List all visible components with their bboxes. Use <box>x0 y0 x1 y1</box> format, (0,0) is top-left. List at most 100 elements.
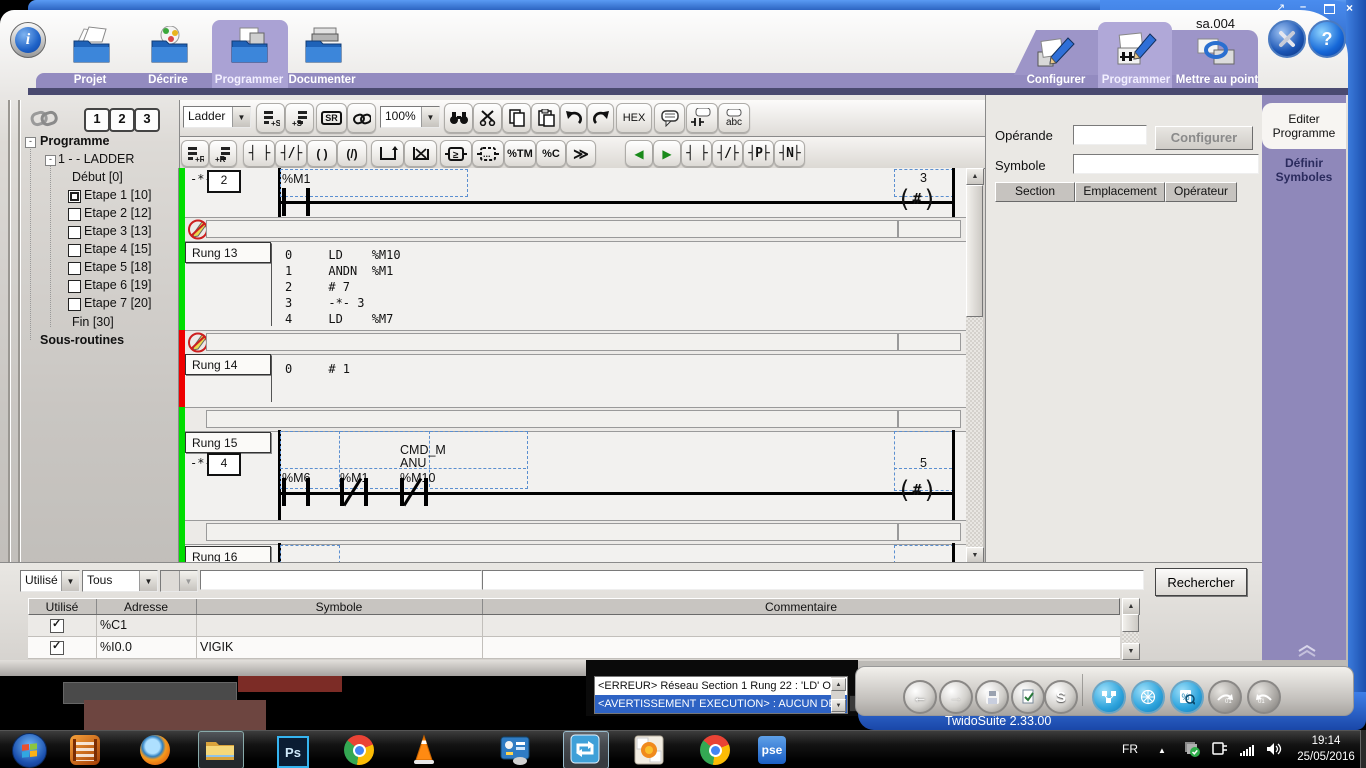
tree-expander[interactable] <box>45 155 56 166</box>
tab-editer-programme[interactable]: Editer Programme <box>1262 103 1346 149</box>
rung15-header-button[interactable]: Rung 15 <box>185 432 271 453</box>
info-button[interactable]: i <box>10 22 46 58</box>
used-checkbox[interactable] <box>50 619 64 633</box>
photoshop-icon[interactable]: Ps <box>277 736 309 768</box>
tools-button[interactable] <box>1268 20 1306 58</box>
schneider-button[interactable]: S <box>1044 680 1078 714</box>
explorer-icon[interactable] <box>205 738 235 761</box>
tree-expander[interactable] <box>25 137 36 148</box>
undo-button[interactable] <box>560 103 587 133</box>
rising-edge-contact-button[interactable]: ┤P├ <box>743 140 774 167</box>
finder-table-scrollbar[interactable]: ▲ ▼ <box>1122 598 1139 658</box>
rung-comment-cell[interactable] <box>898 333 961 351</box>
console-listbox[interactable]: <ERREUR> Réseau Section 1 Rung 22 : 'LD'… <box>594 676 848 714</box>
decrire-icon[interactable] <box>146 26 192 68</box>
scroll-up-icon[interactable]: ▲ <box>831 678 846 691</box>
ladder-canvas[interactable]: -*- 2 %M1 3 (#) Rung 13 0 LD %M10 1 ANDN… <box>178 168 967 562</box>
page-button-2[interactable]: 2 <box>109 108 135 132</box>
collapse-chevron-icon[interactable] <box>1296 644 1318 658</box>
tree-node-etape6[interactable]: Etape 6 [19] <box>84 278 151 292</box>
tree-node-fin[interactable]: Fin [30] <box>72 315 114 329</box>
inspector-col-section[interactable]: Section <box>995 182 1075 202</box>
no-contact-button[interactable]: ┤ ├ <box>243 140 275 167</box>
program-mode-button[interactable] <box>1092 680 1126 714</box>
scroll-thumb[interactable] <box>966 185 983 317</box>
link-icon[interactable] <box>30 106 58 130</box>
language-select[interactable]: Ladder▼ <box>183 106 251 128</box>
tree-node-ladder[interactable]: 1 - - LADDER <box>58 152 134 166</box>
tree-node-programme[interactable]: Programme <box>40 134 109 148</box>
rung-comment-bar[interactable] <box>206 333 898 351</box>
rung-comment-bar[interactable] <box>206 410 898 428</box>
operande-input[interactable] <box>1073 125 1147 145</box>
transfer-pc-plc-button[interactable]: 01 <box>1208 680 1242 714</box>
more-tools-button[interactable]: ≫ <box>566 140 596 167</box>
tree-node-etape3[interactable]: Etape 3 [13] <box>84 224 151 238</box>
tab-definir-symboles[interactable]: Définir Symboles <box>1266 156 1342 184</box>
nc-contact-button[interactable]: ┤/├ <box>275 140 307 167</box>
projet-icon[interactable] <box>68 26 114 68</box>
photo-viewer-icon[interactable] <box>634 735 664 765</box>
tray-language[interactable]: FR <box>1122 742 1138 756</box>
rung-comment-cell[interactable] <box>898 220 961 238</box>
step-box-selected[interactable] <box>68 190 81 203</box>
subroutine-button[interactable]: SR <box>316 103 347 133</box>
chevron-down-icon[interactable]: ▼ <box>61 571 79 591</box>
symbole-input[interactable] <box>1073 154 1259 174</box>
programmer-icon[interactable] <box>226 26 272 68</box>
ladder-scrollbar[interactable]: ▲ ▼ <box>966 168 983 562</box>
finder-input-1[interactable] <box>200 570 482 590</box>
tree-node-etape7[interactable]: Etape 7 [20] <box>84 296 151 310</box>
symbol-comment-button[interactable]: abc <box>718 103 750 133</box>
operate-block-button[interactable]: ... <box>472 140 504 167</box>
no-contact-button-2[interactable]: ┤ ├ <box>681 140 712 167</box>
tree-node-etape4[interactable]: Etape 4 [15] <box>84 242 151 256</box>
vlc-icon[interactable] <box>412 734 436 765</box>
page-button-3[interactable]: 3 <box>134 108 160 132</box>
insert-section-button[interactable]: +S <box>285 103 314 133</box>
window-restore-icon[interactable] <box>1324 4 1335 14</box>
rung13-header-button[interactable]: Rung 13 <box>185 242 271 263</box>
il-line[interactable]: 0 # 1 <box>285 362 350 376</box>
chevron-down-icon[interactable]: ▼ <box>421 107 439 127</box>
type-filter-select[interactable]: Tous▼ <box>82 570 158 592</box>
window-close-icon[interactable]: × <box>1346 1 1353 15</box>
falling-edge-contact-button[interactable]: ┤N├ <box>774 140 805 167</box>
network-button[interactable] <box>1131 680 1165 714</box>
scroll-thumb[interactable] <box>1122 614 1139 632</box>
scroll-up-icon[interactable]: ▲ <box>966 168 984 185</box>
rung-comment-cell[interactable] <box>898 523 961 541</box>
inspector-col-operateur[interactable]: Opérateur <box>1165 182 1237 202</box>
nav-forward-button[interactable]: → <box>939 680 973 714</box>
next-rung-button[interactable]: ▶ <box>653 140 681 167</box>
tab-programmer[interactable]: Programmer <box>215 74 283 86</box>
scroll-down-icon[interactable]: ▼ <box>1122 643 1140 660</box>
comment-button[interactable] <box>654 103 685 133</box>
tray-volume-icon[interactable] <box>1266 742 1283 756</box>
nc-contact-button-2[interactable]: ┤/├ <box>712 140 743 167</box>
coil-button[interactable]: ( ) <box>307 140 337 167</box>
il-line[interactable]: 4 LD %M7 <box>285 312 393 326</box>
col-utilise[interactable]: Utilisé <box>28 600 96 614</box>
scroll-up-icon[interactable]: ▲ <box>1122 598 1140 615</box>
table-row[interactable]: %I0.0 VIGIK <box>28 637 1120 659</box>
page-button-1[interactable]: 1 <box>84 108 110 132</box>
add-rung-button[interactable]: +R <box>181 140 209 167</box>
hex-toggle-button[interactable]: HEX <box>616 103 652 133</box>
finder-input-2[interactable] <box>482 570 1144 590</box>
tree-node-etape1[interactable]: Etape 1 [10] <box>84 188 151 202</box>
mettre-au-point-icon[interactable] <box>1194 36 1238 72</box>
used-filter-select[interactable]: Utilisé▼ <box>20 570 80 592</box>
start-button[interactable] <box>12 733 47 768</box>
tab-documenter[interactable]: Documenter <box>288 74 355 86</box>
tray-expand-icon[interactable]: ▲ <box>1158 746 1166 755</box>
tray-update-icon[interactable] <box>1184 741 1200 757</box>
redo-button[interactable] <box>587 103 614 133</box>
add-section-button[interactable]: +S <box>256 103 285 133</box>
tray-clock[interactable]: 19:14 25/05/2016 <box>1294 733 1358 765</box>
chevron-down-icon[interactable]: ▼ <box>139 571 157 591</box>
tree-node-etape2[interactable]: Etape 2 [12] <box>84 206 151 220</box>
firefox-icon[interactable] <box>140 735 170 765</box>
tray-signal-icon[interactable] <box>1240 744 1258 756</box>
console-line-error[interactable]: <ERREUR> Réseau Section 1 Rung 22 : 'LD'… <box>595 677 847 695</box>
